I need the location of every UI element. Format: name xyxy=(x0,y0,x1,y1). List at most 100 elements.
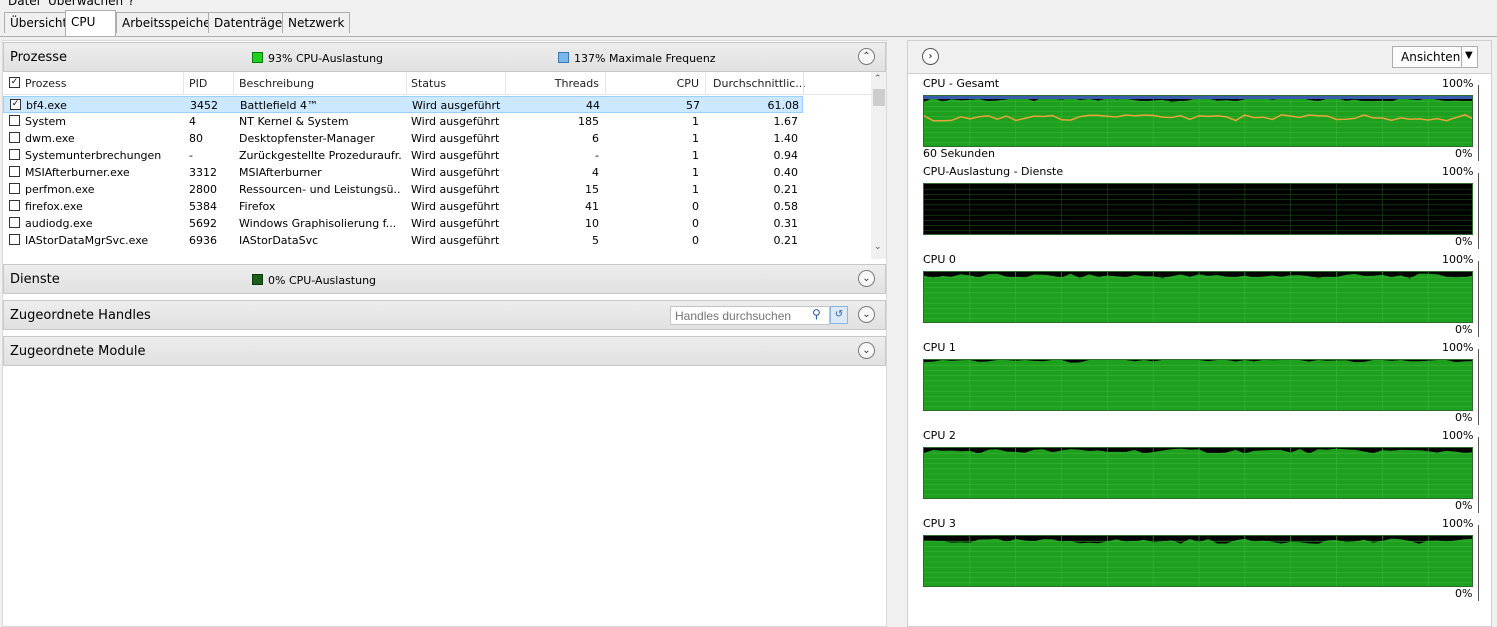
process-threads: 44 xyxy=(586,99,600,112)
process-description: MSIAfterburner xyxy=(239,166,322,179)
search-icon[interactable]: ⚲ xyxy=(812,307,821,321)
table-row[interactable]: MSIAfterburner.exe 3312 MSIAfterburner Wird… xyxy=(3,164,871,181)
process-average-cpu: 1.67 xyxy=(773,115,799,128)
graph-max-label: 100% xyxy=(1442,165,1474,178)
process-pid: 4 xyxy=(189,115,196,128)
cpu-usage-area xyxy=(999,234,1009,235)
table-row[interactable]: Systemunterbrechungen - Zurückgestellte Pr… xyxy=(3,147,871,164)
process-description: NT Kernel & System xyxy=(239,115,349,128)
column-header-process[interactable]: Prozess xyxy=(25,77,66,90)
table-row[interactable]: System 4 NT Kernel & System Wird ausgeführt… xyxy=(3,113,871,130)
column-divider[interactable] xyxy=(183,72,184,94)
process-description: Windows Graphisolierung f... xyxy=(239,217,397,230)
process-cpu: 1 xyxy=(692,183,699,196)
row-checkbox[interactable] xyxy=(9,217,20,228)
tab-cpu[interactable]: CPU xyxy=(65,10,116,36)
process-status: Wird ausgeführt xyxy=(411,115,500,128)
graph-min-label: 0% xyxy=(1455,323,1473,336)
graph-background xyxy=(924,184,1472,234)
row-checkbox[interactable] xyxy=(9,234,20,245)
chevron-down-icon[interactable]: ⌄ xyxy=(858,342,875,359)
column-header-description[interactable]: Beschreibung xyxy=(239,77,314,90)
row-checkbox[interactable] xyxy=(9,132,20,143)
views-dropdown[interactable]: Ansichten ▼ xyxy=(1392,46,1478,68)
process-threads: - xyxy=(595,149,599,162)
graph-max-label: 100% xyxy=(1442,429,1474,442)
cpu-graph xyxy=(923,447,1473,499)
row-checkbox[interactable]: ✓ xyxy=(10,99,21,110)
menu-monitor[interactable]: Überwachen xyxy=(48,0,123,8)
table-row[interactable]: perfmon.exe 2800 Ressourcen- und Leistungs… xyxy=(3,181,871,198)
tab-memory[interactable]: Arbeitsspeicher xyxy=(116,12,222,33)
scroll-up-arrow-icon[interactable]: ⌃ xyxy=(874,74,882,84)
table-row[interactable]: audiodg.exe 5692 Windows Graphisolierung f… xyxy=(3,215,871,232)
tab-disk[interactable]: Datenträger xyxy=(208,12,294,33)
table-row[interactable]: dwm.exe 80 Desktopfenster-Manager Wird ausg… xyxy=(3,130,871,147)
process-threads: 5 xyxy=(592,234,599,247)
process-status: Wird ausgeführt xyxy=(411,200,500,213)
menu-help[interactable]: ? xyxy=(128,0,134,8)
graph-title: CPU - Gesamt xyxy=(923,77,1000,90)
column-divider[interactable] xyxy=(233,72,234,94)
processes-header[interactable]: Prozesse 93% CPU-Auslastung 137% Maximal… xyxy=(3,42,886,72)
table-row[interactable]: IAStorDataMgrSvc.exe 6936 IAStorDataSvc Wir… xyxy=(3,232,871,249)
handles-search-input[interactable] xyxy=(670,306,830,325)
scroll-down-arrow-icon[interactable]: ⌄ xyxy=(874,242,882,252)
process-pid: 5384 xyxy=(189,200,217,213)
services-header[interactable]: Dienste 0% CPU-Auslastung ⌄ xyxy=(3,264,886,294)
chevron-down-icon[interactable]: ⌄ xyxy=(858,306,875,323)
handles-header[interactable]: Zugeordnete Handles ⚲ ↺ ⌄ xyxy=(3,300,886,330)
max-frequency-text: 137% Maximale Frequenz xyxy=(574,52,716,65)
row-checkbox[interactable] xyxy=(9,166,20,177)
column-header-cpu[interactable]: CPU xyxy=(609,77,699,90)
process-description: IAStorDataSvc xyxy=(239,234,319,247)
select-all-checkbox[interactable]: ✓ xyxy=(9,77,20,88)
views-label: Ansichten xyxy=(1401,50,1461,64)
table-row[interactable]: ✓ bf4.exe 3452 Battlefield 4™ Wird ausgeführ… xyxy=(3,96,803,113)
process-pid: 5692 xyxy=(189,217,217,230)
chevron-down-icon[interactable]: ⌄ xyxy=(858,270,875,287)
cpu-graph xyxy=(923,359,1473,411)
row-checkbox[interactable] xyxy=(9,200,20,211)
process-cpu: 1 xyxy=(692,115,699,128)
process-status: Wird ausgeführt xyxy=(411,234,500,247)
modules-header[interactable]: Zugeordnete Module ⌄ xyxy=(3,336,886,366)
column-divider[interactable] xyxy=(505,72,506,94)
graph-max-label: 100% xyxy=(1442,77,1474,90)
chevron-up-icon[interactable]: ⌃ xyxy=(858,48,875,65)
graph-min-label: 0% xyxy=(1455,587,1473,600)
table-scrollbar[interactable]: ⌃ ⌄ xyxy=(871,72,886,259)
menu-file[interactable]: Datei xyxy=(8,0,40,8)
column-divider[interactable] xyxy=(406,72,407,94)
column-divider[interactable] xyxy=(705,72,706,94)
column-header-average-cpu[interactable]: Durchschnittlic... xyxy=(713,77,806,90)
refresh-icon[interactable]: ↺ xyxy=(830,306,848,324)
tab-bar: Übersicht CPU Arbeitsspeicher Datenträge… xyxy=(0,8,1497,37)
column-header-pid[interactable]: PID xyxy=(189,77,207,90)
tab-overview[interactable]: Übersicht xyxy=(4,12,74,33)
table-row[interactable]: firefox.exe 5384 Firefox Wird ausgeführt 41 0… xyxy=(3,198,871,215)
graph-title: CPU 1 xyxy=(923,341,956,354)
table-row-clipped[interactable] xyxy=(3,249,871,255)
process-status: Wird ausgeführt xyxy=(411,217,500,230)
tab-network[interactable]: Netzwerk xyxy=(282,12,351,33)
process-status: Wird ausgeführt xyxy=(411,132,500,145)
chevron-right-icon[interactable]: › xyxy=(922,48,939,65)
row-checkbox[interactable] xyxy=(9,183,20,194)
column-header-threads[interactable]: Threads xyxy=(513,77,599,90)
column-divider[interactable] xyxy=(605,72,606,94)
process-pid: 2800 xyxy=(189,183,217,196)
process-name: audiodg.exe xyxy=(25,217,93,230)
panel-splitter[interactable] xyxy=(887,40,907,627)
row-checkbox[interactable] xyxy=(9,115,20,126)
cpu-usage-area xyxy=(924,360,1472,410)
process-table: ✓ Prozess PID Beschreibung Status Thread… xyxy=(3,72,871,259)
column-header-status[interactable]: Status xyxy=(411,77,446,90)
row-checkbox[interactable] xyxy=(9,149,20,160)
scrollbar-thumb[interactable] xyxy=(873,89,885,106)
process-name: IAStorDataMgrSvc.exe xyxy=(25,234,149,247)
process-average-cpu: 0.40 xyxy=(773,166,799,179)
dropdown-arrow-icon[interactable]: ▼ xyxy=(1465,50,1473,61)
right-scrollbar[interactable] xyxy=(1493,40,1497,627)
column-divider[interactable] xyxy=(803,72,804,94)
